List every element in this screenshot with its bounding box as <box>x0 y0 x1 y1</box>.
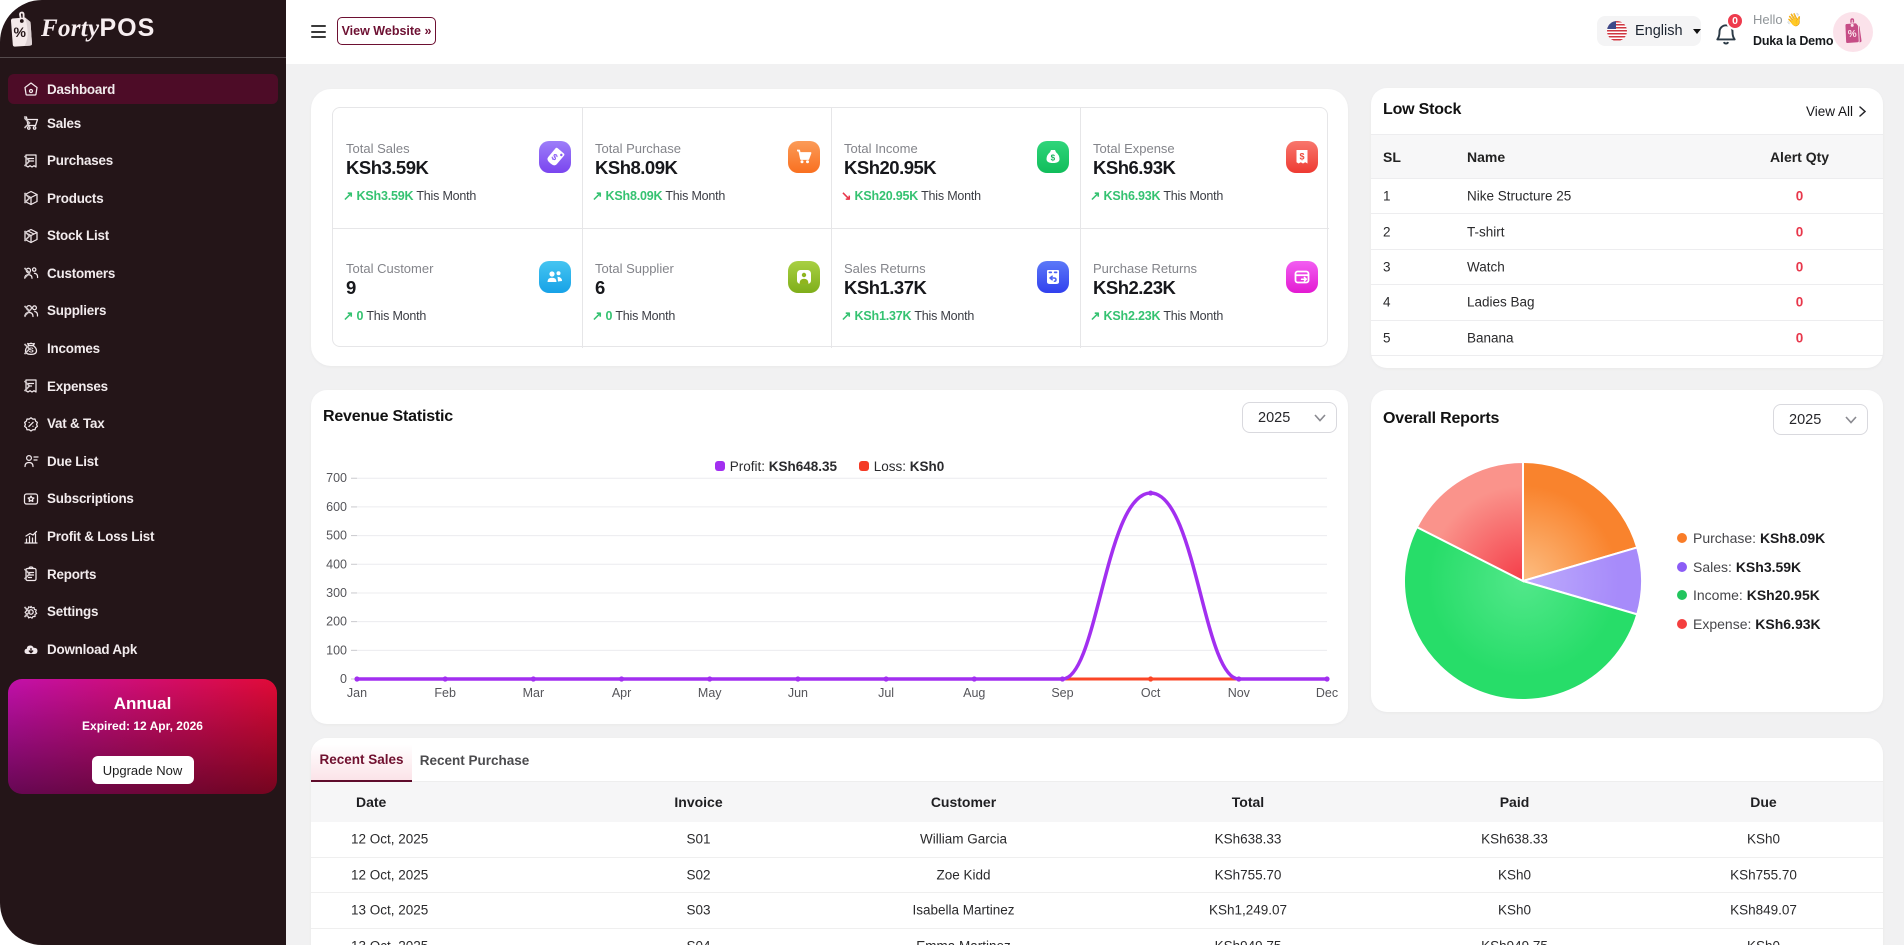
svg-text:$: $ <box>1051 154 1056 163</box>
svg-text:Feb: Feb <box>434 686 456 700</box>
svg-text:May: May <box>698 686 722 700</box>
svg-text:100: 100 <box>326 643 347 657</box>
svg-text:Dec: Dec <box>1316 686 1338 700</box>
svg-text:Nov: Nov <box>1228 686 1251 700</box>
svg-text:Sep: Sep <box>1051 686 1073 700</box>
svg-text:$: $ <box>1300 152 1305 162</box>
svg-text:%: % <box>1848 29 1857 40</box>
svg-text:Jul: Jul <box>878 686 894 700</box>
svg-text:Jan: Jan <box>347 686 367 700</box>
svg-text:Jun: Jun <box>788 686 808 700</box>
svg-text:Apr: Apr <box>612 686 631 700</box>
svg-text:Oct: Oct <box>1141 686 1161 700</box>
svg-text:300: 300 <box>326 586 347 600</box>
svg-text:200: 200 <box>326 615 347 629</box>
svg-text:0: 0 <box>340 672 347 686</box>
svg-text:Aug: Aug <box>963 686 985 700</box>
svg-text:Mar: Mar <box>523 686 545 700</box>
svg-text:400: 400 <box>326 557 347 571</box>
svg-text:500: 500 <box>326 529 347 543</box>
svg-text:600: 600 <box>326 500 347 514</box>
svg-text:%: % <box>14 24 27 40</box>
